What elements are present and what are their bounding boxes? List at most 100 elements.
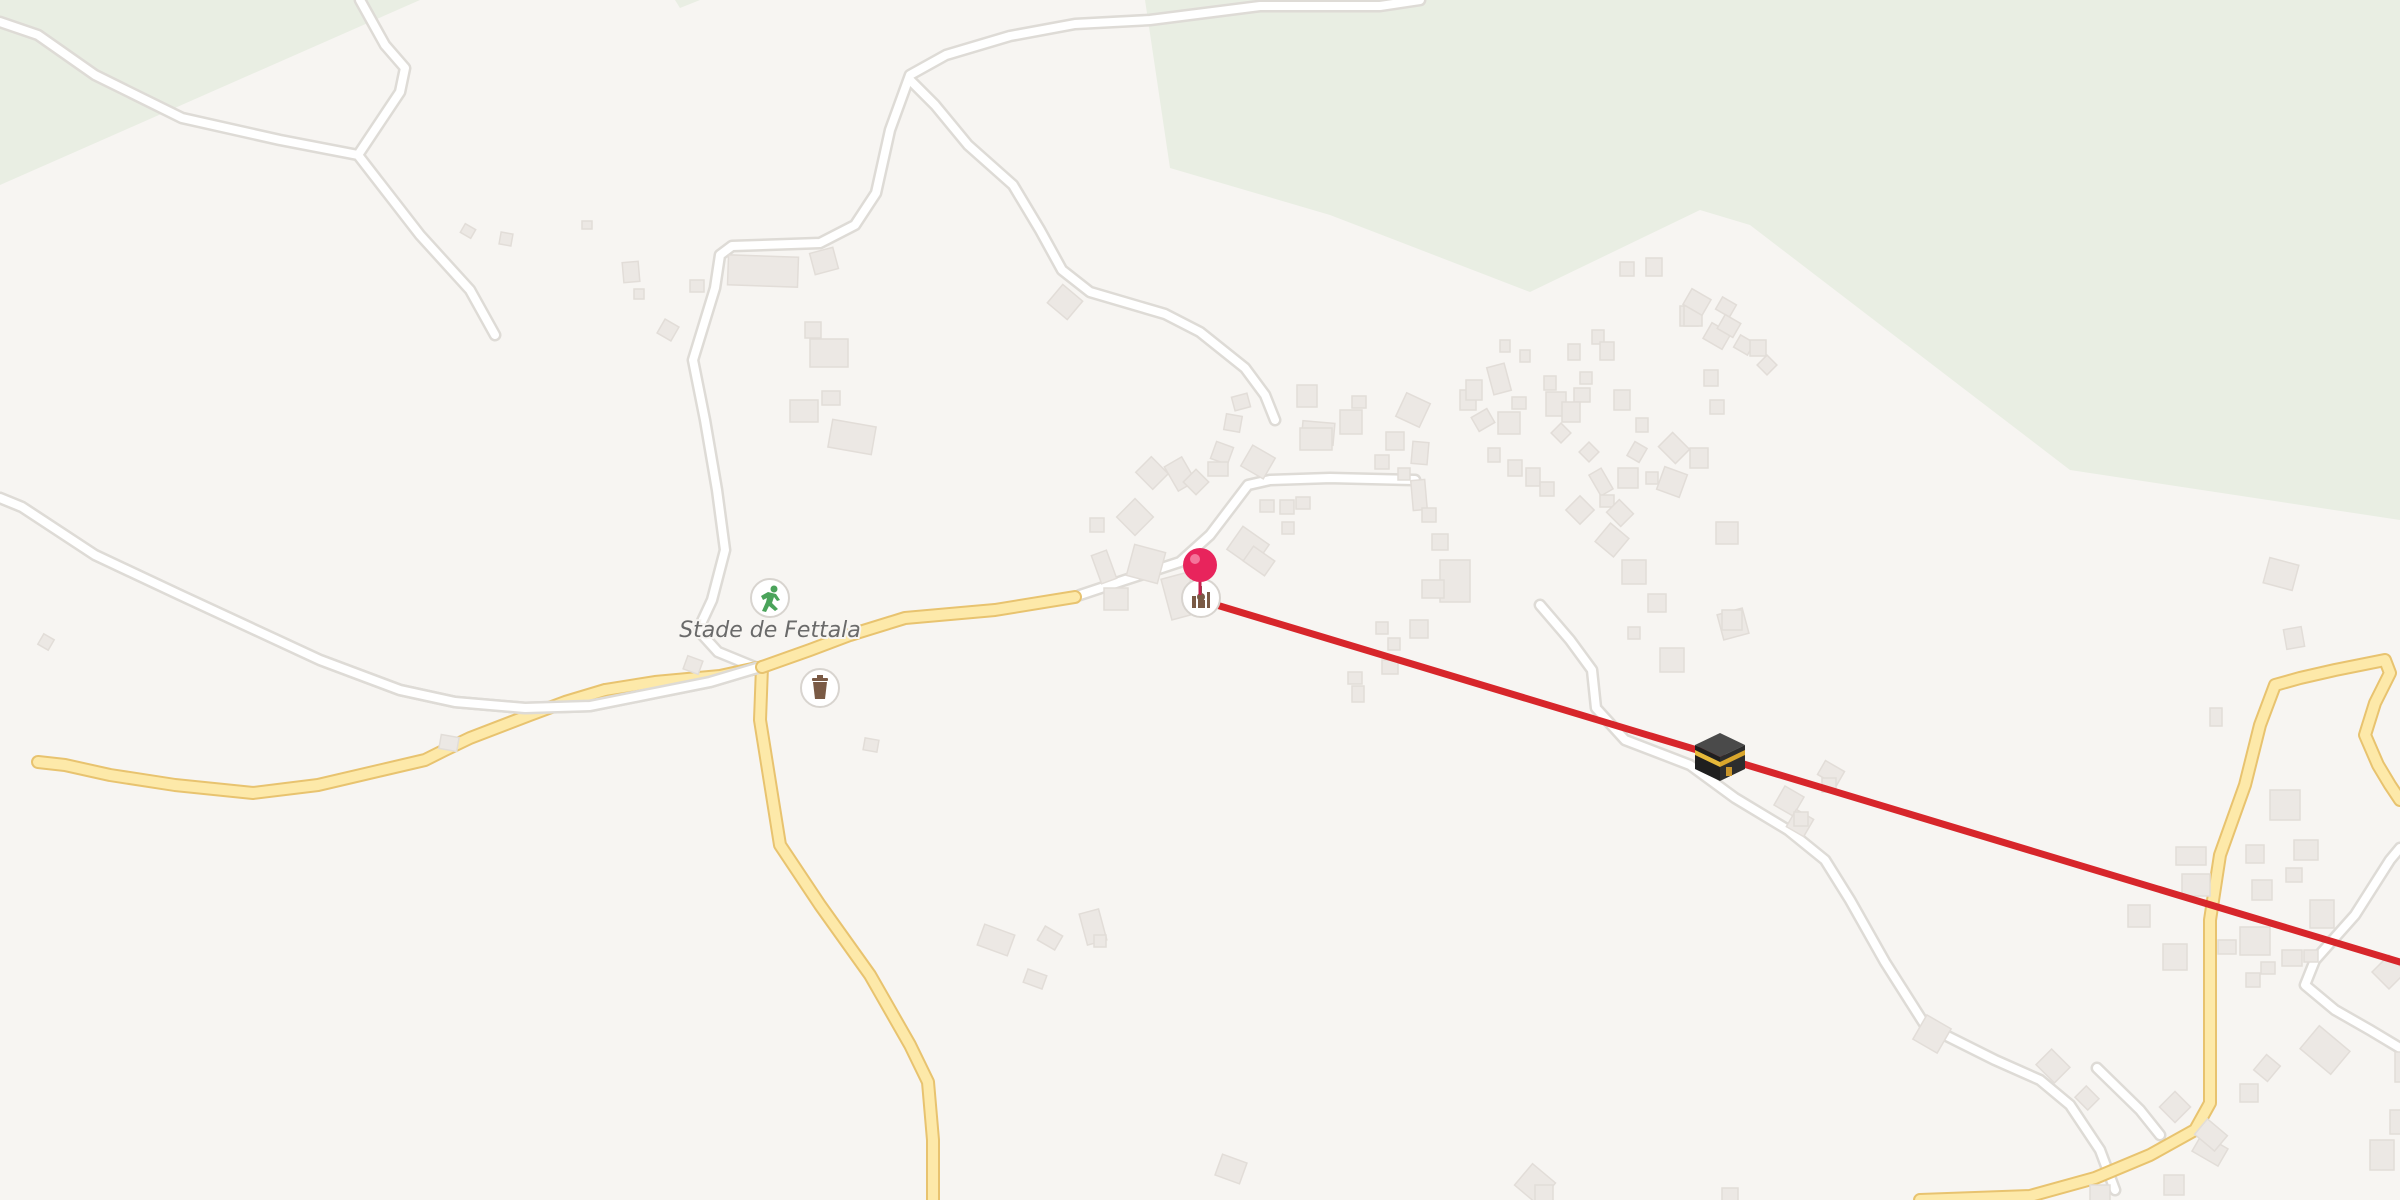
building: [1621, 559, 1647, 585]
building: [2293, 839, 2319, 861]
building: [1599, 494, 1615, 508]
building: [1374, 454, 1390, 470]
building: [1296, 384, 1318, 408]
building: [2285, 867, 2303, 883]
building: [1222, 412, 1244, 434]
building: [2389, 1109, 2400, 1135]
building: [633, 288, 645, 300]
building: [1295, 496, 1311, 510]
building: [1534, 1184, 1554, 1200]
building: [1689, 447, 1709, 469]
building: [1507, 459, 1523, 477]
building: [1465, 379, 1483, 401]
building: [1089, 517, 1105, 533]
building: [1659, 647, 1685, 673]
building: [2239, 926, 2271, 956]
building: [1613, 389, 1631, 411]
building: [2251, 879, 2273, 901]
building: [2245, 844, 2265, 864]
building: [1409, 478, 1429, 512]
map-canvas[interactable]: Stade de Fettala: [0, 0, 2400, 1200]
building: [689, 279, 705, 293]
building: [1647, 593, 1667, 613]
building: [1487, 447, 1501, 463]
place-label-stadium: Stade de Fettala: [679, 618, 861, 643]
building: [1259, 499, 1275, 513]
building: [1499, 339, 1511, 353]
building: [2089, 1184, 2111, 1200]
building: [2260, 961, 2276, 975]
building: [2369, 1139, 2395, 1171]
building: [1431, 533, 1449, 551]
building: [1715, 521, 1739, 545]
building: [2309, 899, 2335, 929]
building: [2245, 972, 2261, 988]
building: [1093, 934, 1107, 948]
building: [1627, 626, 1641, 640]
building: [1525, 467, 1541, 487]
building: [1281, 521, 1295, 535]
building: [2239, 1083, 2259, 1103]
building: [581, 220, 593, 230]
building: [821, 390, 841, 406]
building: [1410, 440, 1430, 466]
building: [2269, 789, 2301, 821]
building: [2394, 1051, 2400, 1083]
building: [862, 737, 880, 753]
building: [438, 733, 460, 753]
building: [1709, 399, 1725, 415]
building: [1579, 371, 1593, 385]
building: [2282, 625, 2306, 651]
building: [2175, 846, 2207, 866]
building: [2281, 949, 2303, 967]
building: [809, 338, 849, 368]
building: [1421, 579, 1445, 599]
building: [1103, 587, 1129, 611]
building: [1617, 467, 1639, 489]
building: [1497, 411, 1521, 435]
building: [621, 260, 641, 284]
building: [1645, 257, 1663, 277]
building: [1409, 619, 1429, 639]
building: [1567, 343, 1581, 361]
building: [1511, 396, 1527, 410]
building: [1749, 339, 1767, 357]
building: [1645, 471, 1659, 485]
poi-sports-running[interactable]: [750, 578, 790, 618]
building: [1703, 369, 1719, 387]
building: [1543, 375, 1557, 391]
building: [1635, 417, 1649, 433]
building: [1387, 637, 1401, 651]
building: [1385, 431, 1405, 451]
building: [726, 254, 800, 288]
building: [1351, 395, 1367, 409]
building: [2162, 943, 2188, 971]
building: [1619, 261, 1635, 277]
building: [1230, 392, 1252, 412]
building: [1207, 461, 1229, 477]
building: [789, 399, 819, 423]
building: [1279, 499, 1295, 515]
building: [1299, 427, 1333, 451]
building: [498, 231, 514, 247]
poi-waste-bin[interactable]: [800, 668, 840, 708]
building: [2181, 873, 2211, 897]
building: [2217, 939, 2237, 955]
building: [1421, 507, 1437, 523]
building: [2209, 707, 2223, 727]
building: [1599, 341, 1615, 361]
building: [2127, 904, 2151, 928]
building: [804, 321, 822, 339]
building: [1539, 481, 1555, 497]
building: [1793, 811, 1809, 827]
building: [1351, 685, 1365, 703]
building: [1375, 621, 1389, 635]
building: [2163, 1174, 2185, 1196]
building: [1397, 467, 1411, 481]
building: [2303, 949, 2319, 963]
building: [1519, 349, 1531, 363]
building: [1721, 609, 1743, 631]
building: [1347, 671, 1363, 685]
building: [1573, 387, 1591, 403]
building: [1339, 409, 1363, 435]
